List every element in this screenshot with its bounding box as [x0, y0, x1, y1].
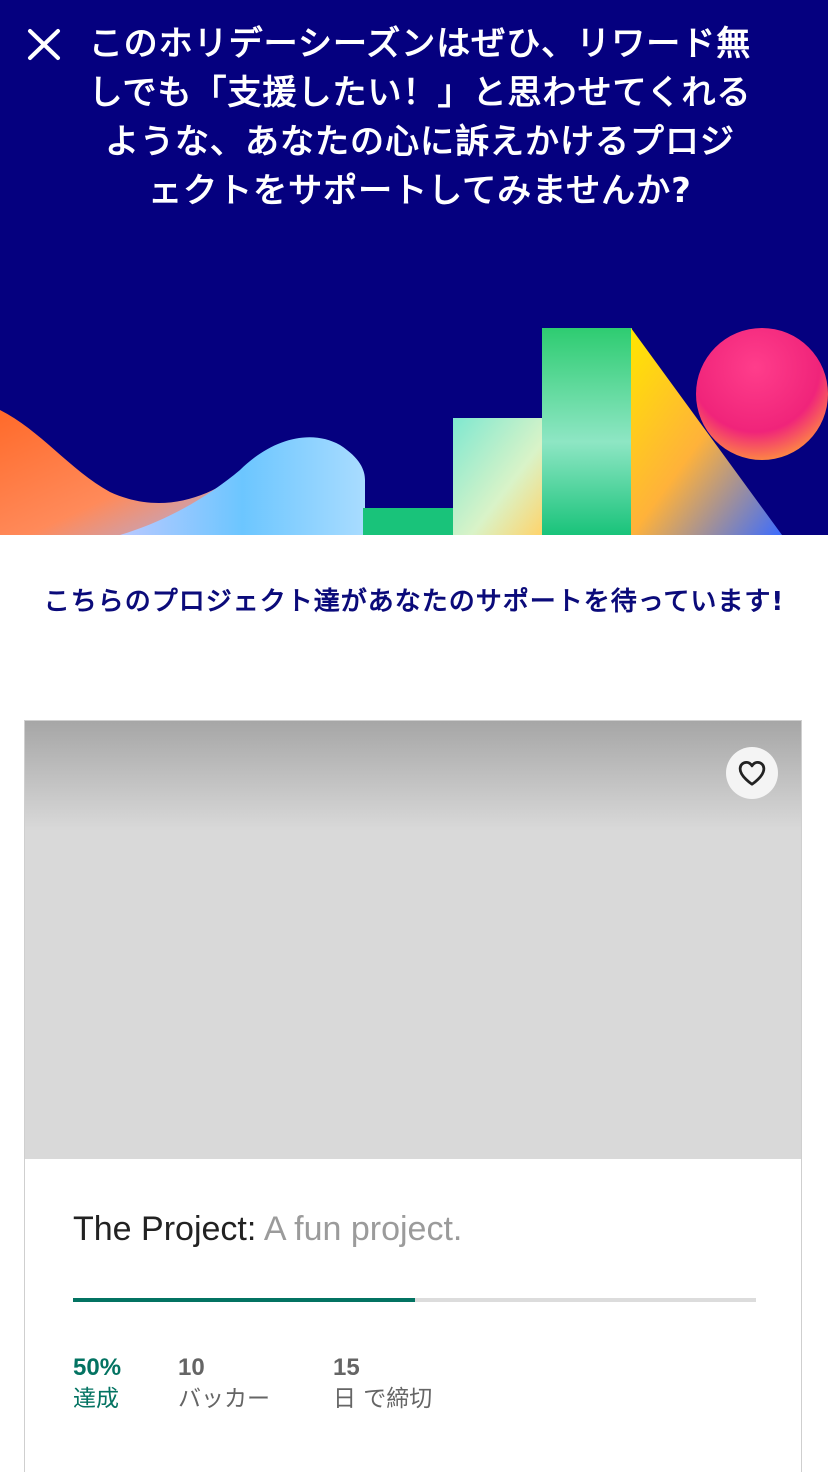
- funding-progress-bar: [73, 1298, 756, 1302]
- stat-funded: 50% 達成: [73, 1353, 121, 1415]
- project-blurb: A fun project.: [256, 1210, 463, 1248]
- project-name: The Project:: [73, 1210, 257, 1248]
- project-title[interactable]: The Project: A fun project.: [73, 1209, 462, 1249]
- backers-label: バッカー: [178, 1386, 270, 1412]
- heart-outline-icon: [738, 761, 766, 786]
- funding-progress-fill: [73, 1298, 415, 1302]
- stat-days-left: 15 日 で締切: [333, 1353, 432, 1415]
- hero-title: このホリデーシーズンはぜひ、リワード無しでも「支援したい！」と思わせてくれるよう…: [88, 24, 752, 211]
- backers-count: 10: [178, 1354, 205, 1381]
- project-card[interactable]: The Project: A fun project. 50% 達成 10 バッ…: [24, 720, 802, 1472]
- close-icon: [28, 29, 60, 60]
- project-image[interactable]: [25, 721, 801, 1159]
- section-subtitle: こちらのプロジェクト達があなたのサポートを待っています!: [43, 587, 785, 617]
- stat-backers: 10 バッカー: [178, 1353, 270, 1415]
- close-button[interactable]: [20, 22, 68, 66]
- page: このホリデーシーズンはぜひ、リワード無しでも「支援したい！」と思わせてくれるよう…: [0, 0, 828, 1472]
- funded-label: 達成: [73, 1386, 119, 1412]
- favorite-button[interactable]: [726, 747, 778, 799]
- funded-percent: 50%: [73, 1354, 122, 1381]
- hero-banner: このホリデーシーズンはぜひ、リワード無しでも「支援したい！」と思わせてくれるよう…: [0, 0, 828, 535]
- days-left-label: 日 で締切: [333, 1386, 433, 1412]
- days-left-count: 15: [333, 1354, 360, 1381]
